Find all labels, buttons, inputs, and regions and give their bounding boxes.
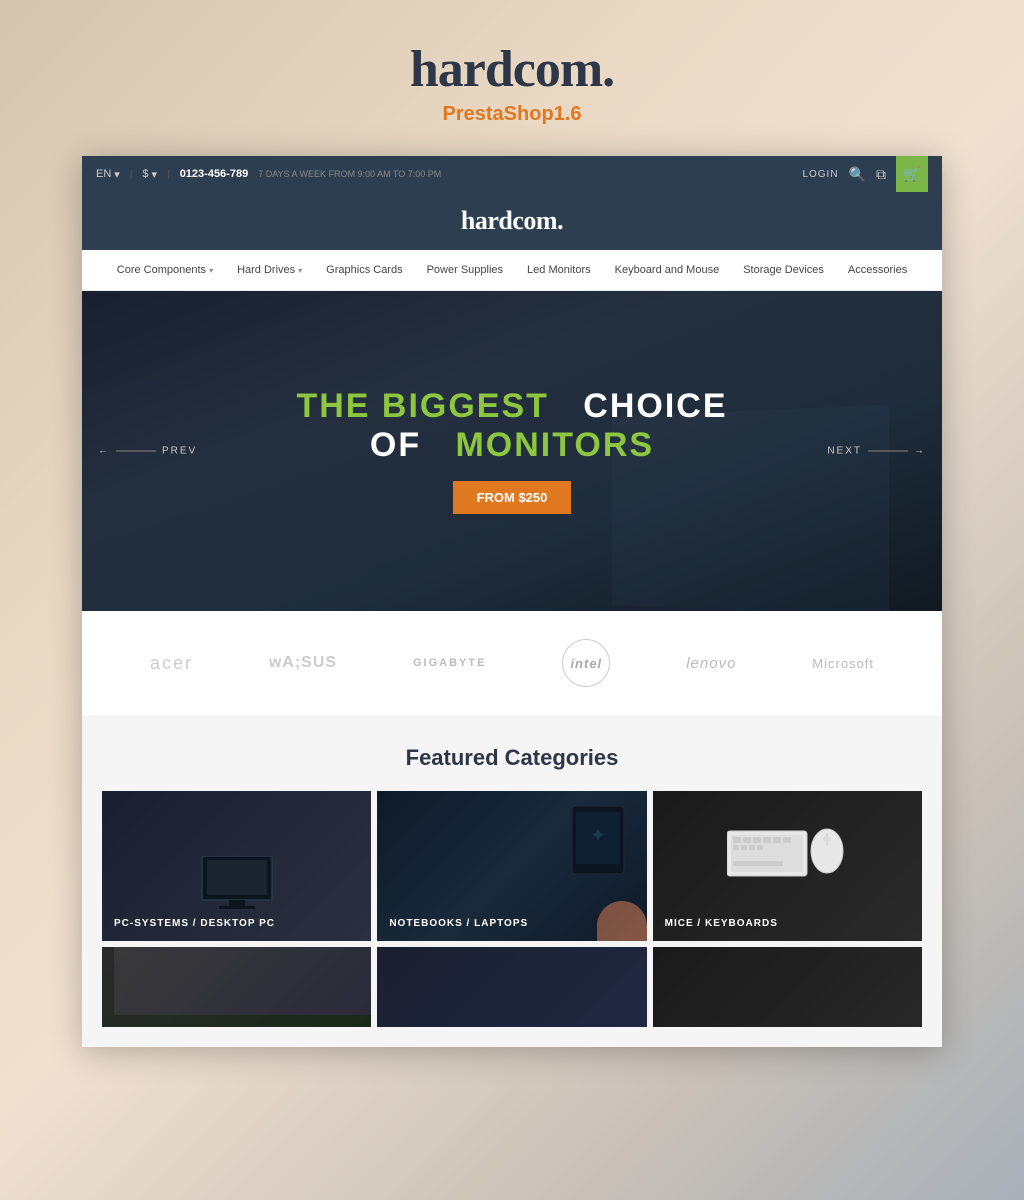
brand-logo-gigabyte[interactable]: GIGABYTE — [413, 657, 486, 669]
brand-area: hardcom. PrestaShop1.6 — [0, 0, 1024, 156]
category-label-laptops: NOTEBOOKS / LAPTOPS — [389, 918, 528, 929]
arrow-line — [116, 451, 156, 452]
chevron-down-icon: ▾ — [298, 266, 302, 275]
brand-logo-intel[interactable]: intel — [562, 639, 610, 687]
top-bar: EN ▾ | $ ▾ | 0123-456-789 7 DAYS A WEEK … — [82, 156, 942, 192]
categories-grid-row1: PC-SYSTEMS / DESKTOP PC ✦ — [102, 791, 922, 941]
brand-logo-asus[interactable]: wA;SUS — [269, 654, 337, 672]
arrow-left-icon: ← — [98, 446, 110, 457]
store-container: EN ▾ | $ ▾ | 0123-456-789 7 DAYS A WEEK … — [82, 156, 942, 1047]
nav-item-core-components[interactable]: Core Components ▾ — [105, 250, 225, 290]
top-bar-left: EN ▾ | $ ▾ | 0123-456-789 7 DAYS A WEEK … — [96, 168, 441, 181]
nav-item-storage-devices[interactable]: Storage Devices — [731, 250, 836, 290]
nav-item-power-supplies[interactable]: Power Supplies — [415, 250, 515, 290]
chevron-down-icon: ▾ — [114, 168, 120, 181]
nav-item-graphics-cards[interactable]: Graphics Cards — [314, 250, 414, 290]
separator: | — [130, 169, 133, 180]
phone-number: 0123-456-789 — [180, 168, 249, 180]
featured-title: Featured Categories — [102, 745, 922, 771]
store-header: hardcom. — [82, 192, 942, 250]
category-label-desktop: PC-SYSTEMS / DESKTOP PC — [114, 918, 275, 929]
search-icon[interactable]: 🔍 — [849, 166, 866, 183]
nav-item-led-monitors[interactable]: Led Monitors — [515, 250, 603, 290]
hero-line2: OF MONITORS — [296, 426, 727, 465]
top-bar-right: LOGIN 🔍 ⧉ 🛒 — [802, 156, 928, 192]
category-card-cat5[interactable] — [377, 947, 646, 1027]
hero-content: THE BIGGEST CHOICE OF MONITORS FROM $250 — [296, 388, 727, 513]
arrow-right-icon: → — [914, 446, 926, 457]
business-hours: 7 DAYS A WEEK FROM 9:00 AM TO 7:00 PM — [258, 169, 441, 179]
brands-section: acer wA;SUS GIGABYTE intel lenovo Micros… — [82, 611, 942, 715]
hero-cta-button[interactable]: FROM $250 — [453, 481, 572, 514]
nav-item-hard-drives[interactable]: Hard Drives ▾ — [225, 250, 314, 290]
language-selector[interactable]: EN ▾ — [96, 168, 120, 181]
currency-selector[interactable]: $ ▾ — [142, 168, 157, 181]
category-card-cat6[interactable] — [653, 947, 922, 1027]
chevron-down-icon: ▾ — [209, 266, 213, 275]
categories-grid-row2 — [102, 947, 922, 1027]
separator: | — [167, 169, 170, 180]
brand-logo-lenovo[interactable]: lenovo — [686, 655, 736, 672]
brand-name: hardcom. — [0, 40, 1024, 99]
login-button[interactable]: LOGIN — [802, 169, 838, 180]
arrow-line — [868, 451, 908, 452]
store-logo[interactable]: hardcom. — [82, 206, 942, 236]
cart-icon[interactable]: 🛒 — [896, 156, 928, 192]
compare-icon[interactable]: ⧉ — [876, 166, 886, 183]
category-card-mice[interactable]: MICE / KEYBOARDS — [653, 791, 922, 941]
category-card-laptops[interactable]: ✦ NOTEBOOKS / LAPTOPS — [377, 791, 646, 941]
page-background: hardcom. PrestaShop1.6 EN ▾ | $ ▾ | 0123… — [0, 0, 1024, 1200]
hero-line1: THE BIGGEST CHOICE — [296, 388, 727, 425]
hero-slider: ← PREV THE BIGGEST CHOICE OF MONITORS FR… — [82, 291, 942, 611]
slider-next-button[interactable]: NEXT → — [827, 446, 926, 457]
svg-text:✦: ✦ — [589, 825, 606, 847]
category-label-mice: MICE / KEYBOARDS — [665, 918, 778, 929]
brand-platform: PrestaShop1.6 — [0, 103, 1024, 126]
category-card-cat4[interactable] — [102, 947, 371, 1027]
featured-section: Featured Categories PC-SYSTEMS / DESKTOP… — [82, 715, 942, 1047]
brand-logo-microsoft[interactable]: Microsoft — [812, 656, 874, 671]
main-navigation: Core Components ▾ Hard Drives ▾ Graphics… — [82, 250, 942, 291]
category-card-desktop[interactable]: PC-SYSTEMS / DESKTOP PC — [102, 791, 371, 941]
nav-item-accessories[interactable]: Accessories — [836, 250, 919, 290]
brand-logo-acer[interactable]: acer — [150, 653, 193, 674]
slider-prev-button[interactable]: ← PREV — [98, 446, 197, 457]
chevron-down-icon: ▾ — [152, 168, 158, 181]
nav-item-keyboard-mouse[interactable]: Keyboard and Mouse — [603, 250, 732, 290]
